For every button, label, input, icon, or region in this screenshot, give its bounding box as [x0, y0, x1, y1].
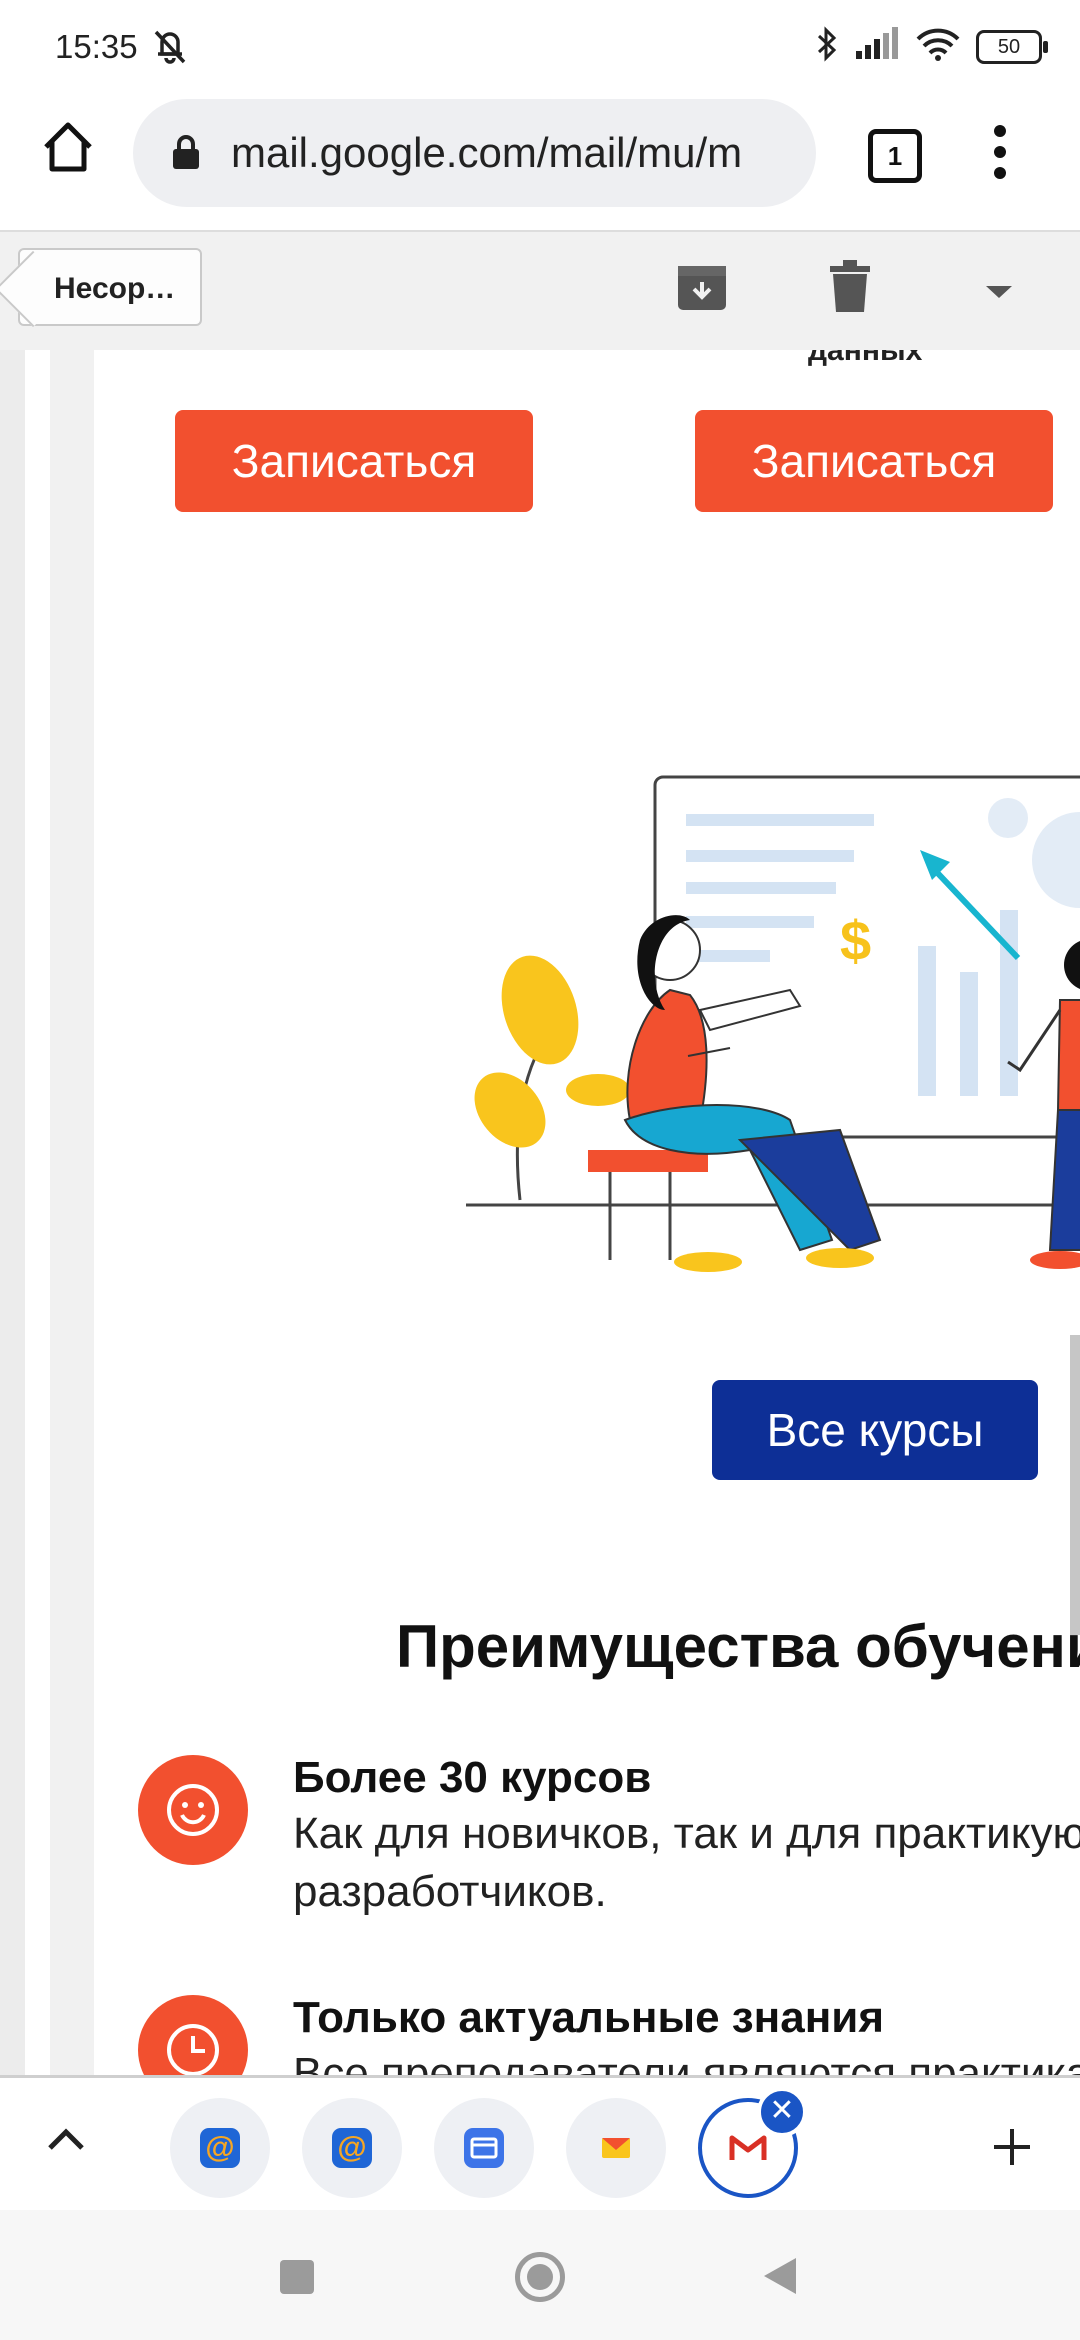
- smile-icon: [138, 1755, 248, 1865]
- system-navigation-bar: [0, 2210, 1080, 2340]
- benefit-description: Как для новичков, так и для практикующих: [293, 1809, 1080, 1858]
- recent-apps-button[interactable]: [280, 2260, 314, 2294]
- back-button[interactable]: [762, 2256, 798, 2301]
- floating-app-bar: @ @ ✕: [0, 2075, 1080, 2215]
- status-icons: 50: [816, 26, 1048, 67]
- bubble-mail-ru-app-1[interactable]: @: [170, 2098, 270, 2198]
- left-margin: [0, 350, 25, 2075]
- at-icon: @: [200, 2128, 240, 2168]
- envelope-icon: [596, 2128, 636, 2168]
- add-bubble-button[interactable]: [990, 2114, 1034, 2183]
- at-icon: @: [332, 2128, 372, 2168]
- clipped-course-text: данных: [808, 350, 923, 367]
- home-button[interactable]: [515, 2252, 565, 2302]
- scrollbar[interactable]: [1070, 1335, 1080, 1635]
- status-bar: 15:35 50: [0, 0, 1080, 95]
- email-body: данных Записаться Записаться $ Все курсы…: [0, 350, 1080, 2075]
- bubble-yandex-mail-app[interactable]: [566, 2098, 666, 2198]
- silent-mode-icon: [148, 26, 192, 71]
- signal-icon: [854, 27, 900, 66]
- signup-button-right[interactable]: Записаться: [695, 410, 1053, 512]
- tab-switcher-button[interactable]: 1: [868, 129, 922, 183]
- bubble-mail-app[interactable]: [434, 2098, 534, 2198]
- url-text: mail.google.com/mail/mu/m: [231, 129, 743, 176]
- gmail-icon: [728, 2128, 768, 2168]
- gmail-toolbar: Несор…: [0, 230, 1080, 354]
- benefit-description: Все преподаватели являются практиками: [293, 2049, 1080, 2075]
- status-time: 15:35: [55, 28, 138, 65]
- envelope-icon: [464, 2128, 504, 2168]
- email-frame-edge: [50, 350, 94, 2075]
- clock-icon: [138, 1995, 248, 2075]
- chevron-up-icon[interactable]: [46, 2126, 86, 2157]
- back-to-folder-button[interactable]: Несор…: [18, 248, 202, 326]
- overflow-menu-icon[interactable]: [990, 125, 1010, 189]
- back-button-label: Несор…: [54, 272, 176, 305]
- lock-icon: [171, 135, 201, 176]
- benefit-description: разработчиков.: [293, 1867, 607, 1916]
- dollar-sign: $: [840, 909, 871, 972]
- benefit-title: Более 30 курсов: [293, 1753, 652, 1802]
- all-courses-button[interactable]: Все курсы: [712, 1380, 1038, 1480]
- presentation-illustration: $: [466, 775, 1080, 1272]
- signup-button-left[interactable]: Записаться: [175, 410, 533, 512]
- close-bubble-icon[interactable]: ✕: [757, 2087, 807, 2137]
- address-bar[interactable]: mail.google.com/mail/mu/m: [133, 99, 816, 207]
- more-actions-dropdown-icon[interactable]: [984, 284, 1014, 305]
- benefits-heading: Преимущества обучения: [396, 1613, 1080, 1680]
- bubble-mail-ru-app-2[interactable]: @: [302, 2098, 402, 2198]
- bluetooth-icon: [816, 26, 838, 67]
- browser-toolbar: mail.google.com/mail/mu/m 1: [0, 95, 1080, 230]
- home-icon[interactable]: [38, 117, 98, 177]
- delete-icon[interactable]: [828, 258, 872, 319]
- battery-indicator: 50: [976, 29, 1048, 64]
- benefit-title: Только актуальные знания: [293, 1993, 884, 2042]
- archive-icon[interactable]: [676, 262, 728, 319]
- wifi-icon: [916, 27, 960, 66]
